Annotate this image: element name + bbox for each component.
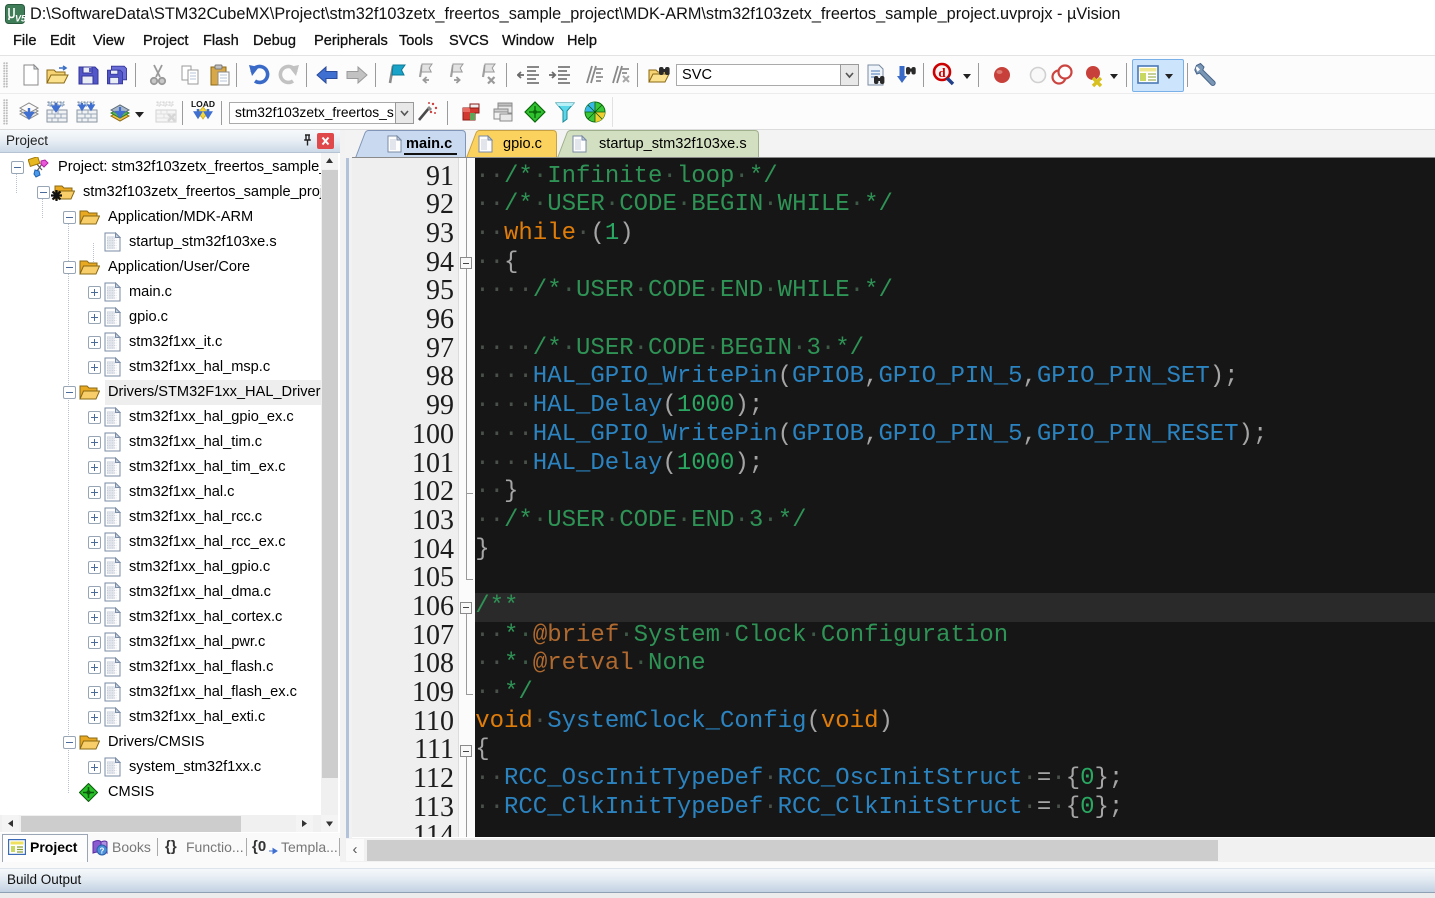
svg-text:?: ? [100,847,105,856]
svg-text:V5: V5 [15,14,25,24]
svg-text:d: d [938,65,946,80]
